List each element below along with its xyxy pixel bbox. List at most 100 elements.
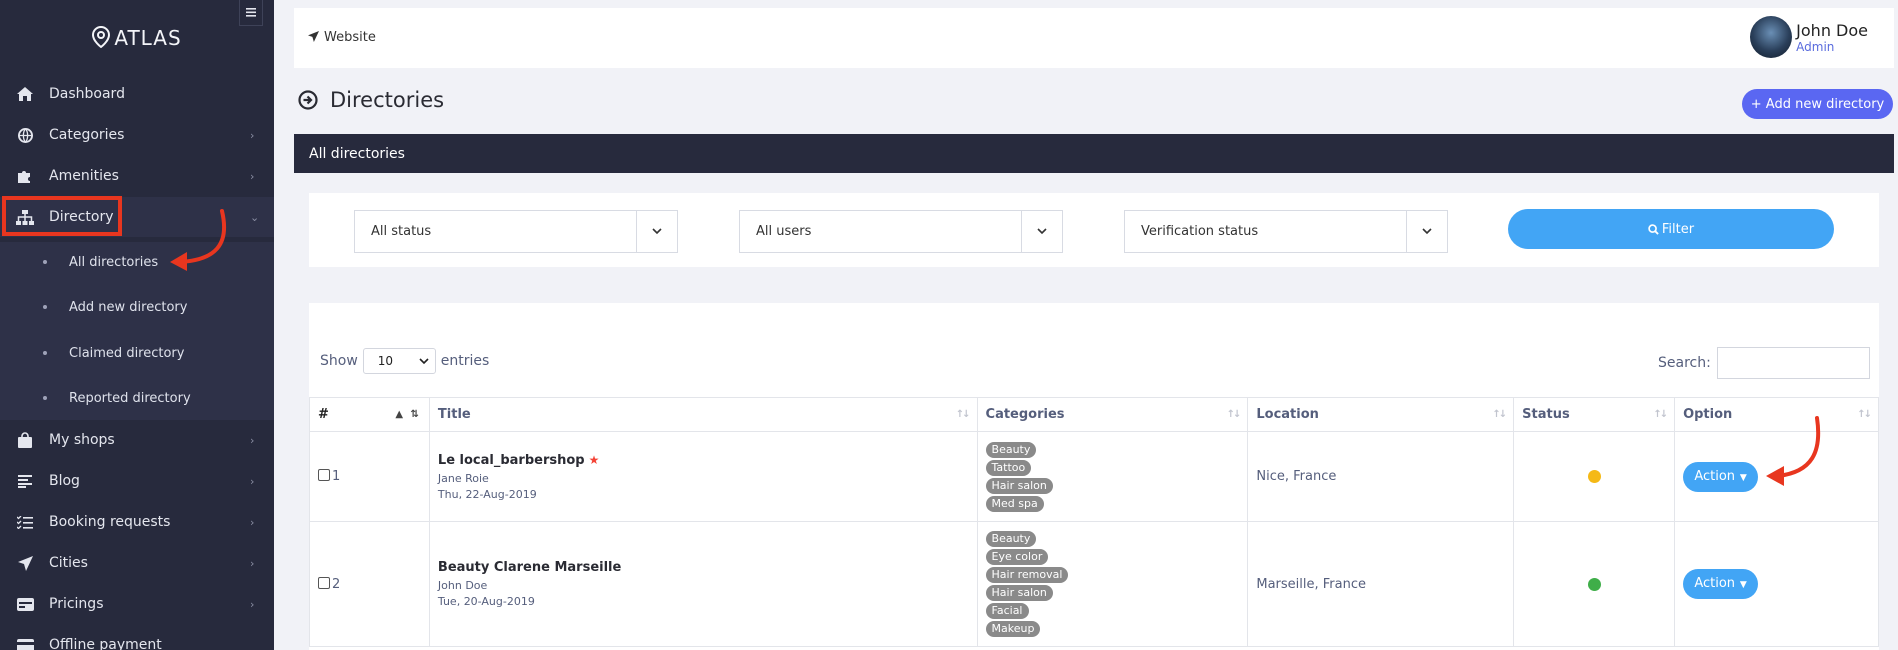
column-header-label: Categories <box>985 407 1065 422</box>
location-cell: Marseille, France <box>1247 521 1515 647</box>
hamburger-icon <box>246 8 256 17</box>
category-tag: Med spa <box>985 495 1044 512</box>
submenu-item-all-directories[interactable]: All directories <box>0 247 274 277</box>
column-header-location[interactable]: Location ↑↓ <box>1247 397 1515 432</box>
listing-date: Thu, 22-Aug-2019 <box>437 487 537 501</box>
column-header-number[interactable]: # ▲ ⇅ <box>309 397 430 432</box>
website-link[interactable]: Website <box>308 30 376 45</box>
sidebar-toggle-button[interactable] <box>239 0 263 26</box>
website-label: Website <box>324 30 376 45</box>
sidebar-item-dashboard[interactable]: Dashboard <box>0 74 274 114</box>
location-arrow-icon <box>308 31 319 42</box>
bullet-icon <box>43 396 47 400</box>
listing-title[interactable]: Beauty Clarene Marseille <box>438 560 621 575</box>
option-cell: Action ▼ <box>1674 431 1879 522</box>
chevron-right-icon: › <box>250 597 255 611</box>
bullet-icon <box>43 351 47 355</box>
sidebar-item-cities[interactable]: Cities › <box>0 543 274 583</box>
brand-logo[interactable]: ATLAS <box>0 25 274 50</box>
page-title-text: Directories <box>330 88 445 112</box>
sort-icon: ↑↓ <box>1226 409 1242 420</box>
user-role: Admin <box>1796 39 1835 54</box>
column-header-status[interactable]: Status ↑↓ <box>1513 397 1676 432</box>
sidebar-item-label: Blog <box>49 473 80 489</box>
category-tag: Beauty <box>985 531 1037 547</box>
sidebar-item-categories[interactable]: Categories › <box>0 115 274 155</box>
categories-cell: Beauty Eye color Hair removal Hair salon… <box>976 521 1249 647</box>
arrow-circle-right-icon <box>298 90 318 110</box>
listing-author: Jane Roie <box>437 471 489 485</box>
sort-icon: ↑↓ <box>1653 409 1668 420</box>
card-title: All directories <box>309 146 405 162</box>
chevron-right-icon: › <box>250 169 255 183</box>
action-label: Action <box>1694 576 1736 591</box>
title-cell: Beauty Clarene Marseille John Doe Tue, 2… <box>428 521 978 647</box>
row-number-cell: 1 <box>309 431 430 522</box>
column-header-label: # <box>318 407 329 422</box>
submenu-item-label: All directories <box>69 254 159 270</box>
sidebar-item-booking-requests[interactable]: Booking requests › <box>0 502 274 542</box>
row-checkbox[interactable] <box>318 576 330 589</box>
row-number: 1 <box>332 469 341 484</box>
row-number-cell: 2 <box>309 521 430 647</box>
user-menu[interactable]: John Doe Admin <box>1750 16 1868 58</box>
select-value: All users <box>756 224 812 239</box>
sidebar-item-label: Pricings <box>49 596 104 612</box>
listing-title[interactable]: Le local_barbershop <box>438 453 585 468</box>
chevron-down-icon <box>419 358 429 365</box>
sidebar-item-pricings[interactable]: Pricings › <box>0 584 274 624</box>
action-dropdown-button[interactable]: Action ▼ <box>1683 569 1759 599</box>
location-cell: Nice, France <box>1247 431 1515 522</box>
submenu-item-label: Add new directory <box>69 299 188 315</box>
column-header-label: Status <box>1522 407 1570 422</box>
action-dropdown-button[interactable]: Action ▼ <box>1683 461 1759 492</box>
table-row: 2 Beauty Clarene Marseille John Doe Tue,… <box>309 521 1879 647</box>
directory-submenu: All directories Add new directory Claime… <box>0 242 274 420</box>
annotation-highlight-box <box>2 196 122 236</box>
user-name: John Doe <box>1796 20 1868 40</box>
sidebar-item-label: Dashboard <box>49 86 125 102</box>
caret-down-icon: ▼ <box>1737 472 1747 483</box>
verification-filter-select[interactable]: Verification status <box>1124 210 1448 253</box>
row-checkbox[interactable] <box>318 469 330 481</box>
submenu-item-label: Claimed directory <box>69 345 185 361</box>
submenu-item-reported-directory[interactable]: Reported directory <box>0 383 274 413</box>
sidebar-item-offline-payment[interactable]: Offline payment <box>0 625 274 650</box>
submenu-item-add-new-directory[interactable]: Add new directory <box>0 292 274 322</box>
payment-icon <box>0 638 48 650</box>
sort-icon: ↑↓ <box>955 409 971 420</box>
chevron-right-icon: › <box>250 556 255 570</box>
users-filter-select[interactable]: All users <box>739 210 1063 253</box>
sort-icon: ↑↓ <box>1492 409 1507 420</box>
chevron-right-icon: › <box>250 474 255 488</box>
bullet-icon <box>43 305 47 309</box>
sort-asc-icon: ▲ ⇅ <box>395 409 421 420</box>
select-divider <box>1021 211 1022 252</box>
chevron-down-icon <box>1037 228 1047 235</box>
blog-icon <box>0 474 48 488</box>
caret-down-icon: ▼ <box>1737 580 1747 590</box>
filter-button-label: Filter <box>1661 221 1695 237</box>
topbar: Website John Doe Admin <box>294 8 1894 68</box>
add-new-directory-button[interactable]: + Add new directory <box>1742 89 1893 119</box>
entries-select[interactable]: 10 <box>362 348 436 374</box>
category-tag: Hair removal <box>985 567 1069 583</box>
pricing-icon <box>0 597 48 611</box>
column-header-title[interactable]: Title ↑↓ <box>428 397 978 432</box>
submenu-item-claimed-directory[interactable]: Claimed directory <box>0 338 274 368</box>
sidebar-item-amenities[interactable]: Amenities › <box>0 156 274 196</box>
brand-name: ATLAS <box>114 26 182 50</box>
title-cell: Le local_barbershop ★ Jane Roie Thu, 22-A… <box>428 431 978 522</box>
filter-button[interactable]: Filter <box>1508 209 1834 249</box>
status-cell <box>1513 521 1676 647</box>
column-header-label: Location <box>1256 407 1319 422</box>
chevron-right-icon: › <box>250 433 255 447</box>
column-header-categories[interactable]: Categories ↑↓ <box>976 397 1249 432</box>
sidebar-item-my-shops[interactable]: My shops › <box>0 420 274 460</box>
column-header-option[interactable]: Option ↑↓ <box>1674 397 1879 432</box>
status-filter-select[interactable]: All status <box>354 210 678 253</box>
sidebar-item-blog[interactable]: Blog › <box>0 461 274 501</box>
select-divider <box>636 211 637 252</box>
search-input[interactable] <box>1716 347 1870 379</box>
puzzle-icon <box>0 168 48 184</box>
